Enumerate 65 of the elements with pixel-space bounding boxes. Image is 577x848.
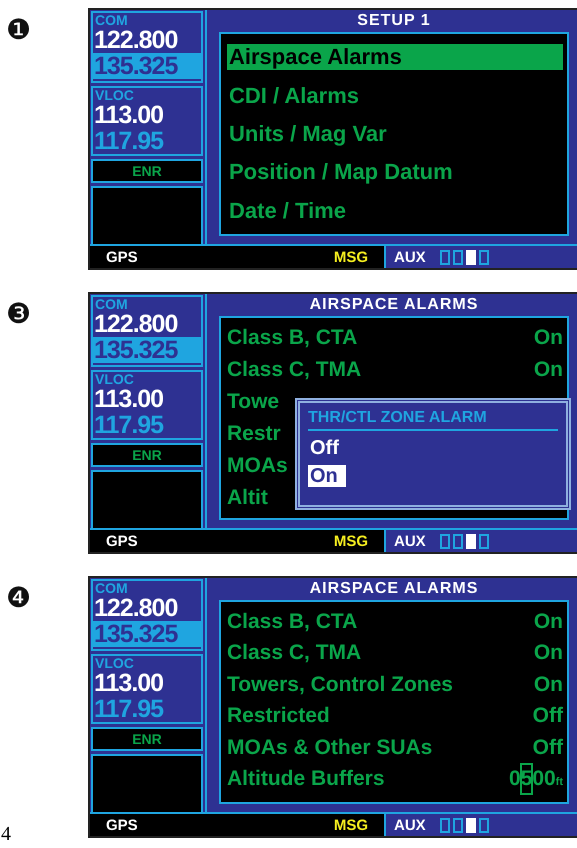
step-number: ❶ [6, 16, 32, 44]
aux-label: AUX [394, 248, 426, 266]
com-active-frequency: 122.800 [93, 595, 178, 621]
msg-indicator: MSG [334, 248, 368, 266]
page-number: 4 [1, 824, 12, 844]
setting-label: Towe [227, 389, 280, 415]
setting-label: Altit [227, 485, 268, 511]
com-active-frequency: 122.800 [93, 27, 178, 53]
setting-value[interactable]: Off [532, 732, 563, 763]
vloc-standby-frequency: 117.95 [93, 696, 164, 722]
msg-indicator: MSG [334, 816, 368, 834]
setting-value[interactable]: Off [532, 701, 563, 732]
vloc-label: VLOC [94, 372, 135, 386]
gps-label: GPS [106, 816, 138, 834]
vloc-standby-frequency: 117.95 [93, 412, 164, 438]
setting-label: Class B, CTA [227, 325, 358, 351]
setting-label: Restr [227, 421, 281, 447]
com-standby-frequency: 135.325 [93, 621, 201, 649]
gps-label: GPS [106, 248, 138, 266]
vloc-standby-frequency: 117.95 [93, 128, 164, 154]
mode-indicator: ENR [91, 159, 203, 183]
setting-label: MOAs & Other SUAs [227, 734, 432, 761]
setting-label: Class C, TMA [227, 357, 362, 383]
step-number: ❹ [6, 584, 32, 612]
step-number: ❸ [6, 300, 32, 328]
setting-value[interactable]: On [534, 638, 563, 668]
popup-option[interactable]: Off [308, 437, 347, 459]
com-label: COM [94, 13, 129, 27]
page-title: SETUP 1 [356, 11, 432, 31]
aux-label: AUX [394, 816, 426, 834]
setting-value[interactable]: On [534, 355, 563, 385]
setting-value[interactable]: 0500ft [508, 764, 563, 798]
menu-item[interactable]: Date / Time [227, 198, 563, 224]
popup-option[interactable]: On [308, 465, 346, 487]
setting-label: Class C, TMA [227, 640, 362, 666]
menu-item[interactable]: CDI / Alarms [227, 82, 563, 109]
popup-title: THR/CTL ZONE ALARM [308, 407, 558, 431]
com-label: COM [94, 581, 129, 595]
setting-value[interactable]: On [534, 670, 563, 700]
vloc-label: VLOC [94, 88, 135, 102]
setting-value[interactable]: On [534, 606, 563, 637]
setting-label: Class B, CTA [227, 608, 358, 635]
com-standby-frequency: 135.325 [93, 337, 201, 365]
setting-label: Towers, Control Zones [227, 672, 453, 698]
setting-label: Altitude Buffers [227, 766, 384, 792]
com-standby-frequency: 135.325 [93, 53, 201, 81]
vloc-active-frequency: 113.00 [93, 670, 164, 696]
page-title: AIRSPACE ALARMS [308, 579, 480, 599]
menu-item[interactable]: Units / Mag Var [227, 120, 563, 147]
gps-label: GPS [106, 532, 138, 550]
vloc-active-frequency: 113.00 [93, 102, 164, 128]
mode-indicator: ENR [91, 727, 203, 751]
msg-indicator: MSG [334, 532, 368, 550]
setting-label: Restricted [227, 703, 330, 730]
page-title: AIRSPACE ALARMS [308, 295, 480, 315]
mode-indicator: ENR [91, 443, 203, 467]
setting-value[interactable]: On [534, 323, 563, 353]
aux-label: AUX [394, 532, 426, 550]
menu-item[interactable]: Position / Map Datum [227, 159, 563, 186]
com-label: COM [94, 297, 129, 311]
menu-item[interactable]: Airspace Alarms [227, 44, 563, 70]
setting-label: MOAs [227, 453, 288, 479]
vloc-label: VLOC [94, 656, 135, 670]
vloc-active-frequency: 113.00 [93, 386, 164, 412]
com-active-frequency: 122.800 [93, 311, 178, 337]
